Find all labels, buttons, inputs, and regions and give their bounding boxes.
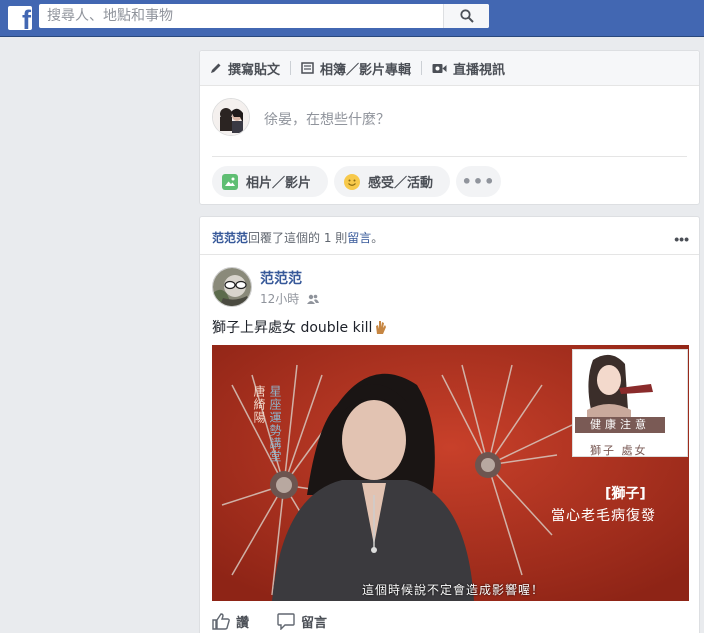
story-actor-link[interactable]: 范范范 [212, 231, 248, 245]
story-text: 回覆了這個的 1 則 [248, 231, 348, 245]
tab-live-video-label: 直播視訊 [453, 62, 506, 78]
author-avatar[interactable] [212, 267, 252, 307]
user-avatar[interactable] [212, 98, 250, 136]
comment-icon [277, 613, 295, 630]
post-video-thumbnail[interactable]: 唐綺陽 星座運勢講堂 健康注意 獅子 處女 [獅子] 當心老毛病復發 這個時候說… [212, 345, 689, 601]
tab-write-post-label: 撰寫貼文 [228, 62, 281, 78]
media-warning-text: 當心老毛病復發 [551, 508, 656, 524]
story-end: 。 [371, 231, 384, 245]
search-input[interactable] [39, 4, 443, 28]
more-options-button[interactable]: ••• [456, 166, 501, 197]
feeling-activity-label: 感受／活動 [368, 176, 434, 191]
post-actions: 讚 留言 [212, 612, 355, 631]
feeling-activity-button[interactable]: 感受／活動 [334, 166, 450, 197]
friends-audience-icon[interactable] [307, 294, 320, 304]
comment-button[interactable]: 留言 [277, 612, 327, 631]
post-story-header: 范范范回覆了這個的 1 則留言。 [212, 229, 383, 246]
photo-video-button[interactable]: 相片／影片 [212, 166, 328, 197]
comment-label: 留言 [301, 616, 328, 631]
thumbs-up-icon [212, 613, 230, 630]
media-signs-label: 獅子 處女 [590, 444, 648, 457]
composer-prompt[interactable]: 徐晏，在想些什麼？ [264, 109, 390, 129]
post-timestamp: 12小時 [260, 290, 320, 307]
media-lion-label: [獅子] [605, 486, 646, 502]
post-text-content: 獅子上昇處女 double kill [212, 320, 373, 336]
pencil-icon [211, 63, 221, 73]
photo-icon [222, 173, 238, 190]
like-button[interactable]: 讚 [212, 612, 249, 631]
more-dots-icon: ••• [461, 172, 496, 191]
media-health-badge: 健康注意 [575, 417, 665, 433]
feed-post: 范范范回覆了這個的 1 則留言。 ••• 范范范 12小時 獅子上昇處女 dou… [199, 216, 700, 633]
post-time-text[interactable]: 12小時 [260, 290, 299, 307]
post-options-button[interactable]: ••• [674, 231, 689, 247]
post-composer: 撰寫貼文 相簿／影片專輯 直播視訊 徐晏，在想些什麼？ 相片／影片 感受／活動 … [199, 50, 700, 205]
media-cartoon-panel [572, 349, 688, 457]
tab-separator [421, 61, 423, 75]
hand-emoji-icon [376, 321, 387, 334]
search-button[interactable] [443, 4, 489, 28]
composer-tabs: 撰寫貼文 相簿／影片專輯 直播視訊 [200, 51, 699, 86]
facebook-logo-icon[interactable]: f [8, 6, 32, 30]
smiley-icon [344, 173, 360, 190]
story-comment-link[interactable]: 留言 [347, 231, 371, 245]
tab-album[interactable]: 相簿／影片專輯 [301, 51, 423, 86]
composer-body[interactable]: 徐晏，在想些什麼？ [200, 86, 699, 156]
post-body-text: 獅子上昇處女 double kill [212, 317, 388, 337]
tab-album-label: 相簿／影片專輯 [320, 62, 412, 78]
album-icon [301, 62, 314, 74]
search-icon [460, 9, 474, 23]
author-name-link[interactable]: 范范范 [260, 268, 302, 288]
divider [200, 254, 699, 255]
tab-live-video[interactable]: 直播視訊 [432, 51, 505, 86]
media-subtitle: 這個時候說不定會造成影響喔！ [362, 583, 545, 597]
photo-video-label: 相片／影片 [246, 176, 312, 191]
like-label: 讚 [236, 616, 250, 631]
tab-write-post[interactable]: 撰寫貼文 [210, 51, 292, 86]
video-camera-icon [432, 63, 447, 73]
media-host-name: 唐綺陽 [252, 385, 266, 424]
top-bar: f [0, 0, 704, 37]
media-show-title: 星座運勢講堂 [268, 385, 282, 463]
tab-separator [290, 61, 292, 75]
search-box [39, 4, 489, 28]
divider [212, 156, 687, 157]
